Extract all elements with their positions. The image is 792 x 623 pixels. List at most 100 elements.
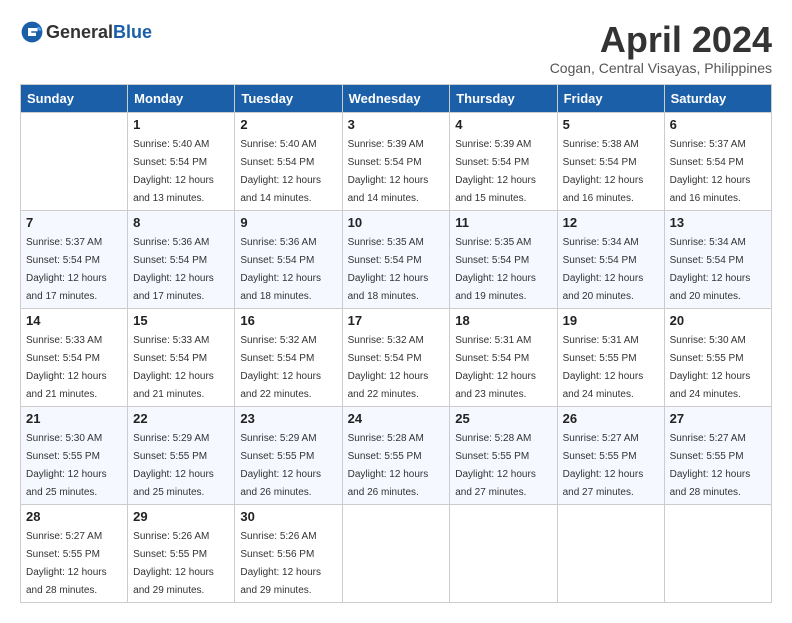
day-number: 7 [26, 215, 122, 230]
calendar-week-row: 1 Sunrise: 5:40 AMSunset: 5:54 PMDaylight… [21, 112, 772, 210]
day-number: 24 [348, 411, 445, 426]
calendar-cell: 19Sunrise: 5:31 AMSunset: 5:55 PMDayligh… [557, 308, 664, 406]
calendar-cell: 25 Sunrise: 5:28 AMSunset: 5:55 PMDayligh… [450, 406, 557, 504]
day-info: Sunrise: 5:35 AMSunset: 5:54 PMDaylight:… [455, 237, 536, 302]
day-number: 22 [133, 411, 229, 426]
day-number: 23 [240, 411, 336, 426]
day-number: 17 [348, 313, 445, 328]
weekday-header-tuesday: Tuesday [235, 84, 342, 112]
day-number: 6 [670, 117, 766, 132]
calendar-cell: 4 Sunrise: 5:39 AMSunset: 5:54 PMDaylight… [450, 112, 557, 210]
day-number: 26 [563, 411, 659, 426]
day-number: 4 [455, 117, 551, 132]
calendar-cell: 21 Sunrise: 5:30 AMSunset: 5:55 PMDayligh… [21, 406, 128, 504]
calendar-cell: 27 Sunrise: 5:27 AMSunset: 5:55 PMDayligh… [664, 406, 771, 504]
calendar-cell: 30 Sunrise: 5:26 AMSunset: 5:56 PMDayligh… [235, 504, 342, 602]
calendar-cell: 14Sunrise: 5:33 AMSunset: 5:54 PMDayligh… [21, 308, 128, 406]
day-info: Sunrise: 5:28 AMSunset: 5:55 PMDaylight:… [455, 433, 536, 498]
day-info: Sunrise: 5:31 AMSunset: 5:54 PMDaylight:… [455, 335, 536, 400]
calendar-cell [450, 504, 557, 602]
calendar-week-row: 21 Sunrise: 5:30 AMSunset: 5:55 PMDayligh… [21, 406, 772, 504]
day-info: Sunrise: 5:38 AMSunset: 5:54 PMDaylight:… [563, 139, 644, 204]
logo-text-general: General [46, 22, 113, 42]
calendar-cell: 8 Sunrise: 5:36 AMSunset: 5:54 PMDaylight… [128, 210, 235, 308]
day-info: Sunrise: 5:34 AMSunset: 5:54 PMDaylight:… [670, 237, 751, 302]
calendar-cell [664, 504, 771, 602]
calendar-cell: 11 Sunrise: 5:35 AMSunset: 5:54 PMDayligh… [450, 210, 557, 308]
day-info: Sunrise: 5:29 AMSunset: 5:55 PMDaylight:… [133, 433, 214, 498]
day-number: 27 [670, 411, 766, 426]
day-info: Sunrise: 5:33 AMSunset: 5:54 PMDaylight:… [133, 335, 214, 400]
day-number: 16 [240, 313, 336, 328]
calendar-cell: 18 Sunrise: 5:31 AMSunset: 5:54 PMDayligh… [450, 308, 557, 406]
calendar-table: SundayMondayTuesdayWednesdayThursdayFrid… [20, 84, 772, 603]
day-number: 10 [348, 215, 445, 230]
calendar-cell: 16Sunrise: 5:32 AMSunset: 5:54 PMDayligh… [235, 308, 342, 406]
day-number: 20 [670, 313, 766, 328]
day-number: 2 [240, 117, 336, 132]
day-number: 1 [133, 117, 229, 132]
day-number: 3 [348, 117, 445, 132]
calendar-cell [21, 112, 128, 210]
day-info: Sunrise: 5:27 AMSunset: 5:55 PMDaylight:… [670, 433, 751, 498]
day-info: Sunrise: 5:39 AMSunset: 5:54 PMDaylight:… [348, 139, 429, 204]
calendar-week-row: 28 Sunrise: 5:27 AMSunset: 5:55 PMDayligh… [21, 504, 772, 602]
calendar-cell: 24Sunrise: 5:28 AMSunset: 5:55 PMDayligh… [342, 406, 450, 504]
day-info: Sunrise: 5:33 AMSunset: 5:54 PMDaylight:… [26, 335, 107, 400]
location-subtitle: Cogan, Central Visayas, Philippines [550, 60, 772, 76]
day-info: Sunrise: 5:40 AMSunset: 5:54 PMDaylight:… [240, 139, 321, 204]
day-info: Sunrise: 5:26 AMSunset: 5:55 PMDaylight:… [133, 531, 214, 596]
calendar-cell: 5Sunrise: 5:38 AMSunset: 5:54 PMDaylight… [557, 112, 664, 210]
calendar-cell: 15 Sunrise: 5:33 AMSunset: 5:54 PMDayligh… [128, 308, 235, 406]
calendar-cell: 26Sunrise: 5:27 AMSunset: 5:55 PMDayligh… [557, 406, 664, 504]
logo-icon [20, 20, 44, 44]
calendar-cell: 20 Sunrise: 5:30 AMSunset: 5:55 PMDayligh… [664, 308, 771, 406]
day-info: Sunrise: 5:39 AMSunset: 5:54 PMDaylight:… [455, 139, 536, 204]
calendar-cell: 12 Sunrise: 5:34 AMSunset: 5:54 PMDayligh… [557, 210, 664, 308]
day-number: 15 [133, 313, 229, 328]
calendar-cell: 22 Sunrise: 5:29 AMSunset: 5:55 PMDayligh… [128, 406, 235, 504]
calendar-week-row: 7 Sunrise: 5:37 AMSunset: 5:54 PMDaylight… [21, 210, 772, 308]
calendar-cell: 7 Sunrise: 5:37 AMSunset: 5:54 PMDaylight… [21, 210, 128, 308]
day-number: 21 [26, 411, 122, 426]
day-number: 28 [26, 509, 122, 524]
logo-text-blue: Blue [113, 22, 152, 42]
day-number: 30 [240, 509, 336, 524]
day-info: Sunrise: 5:34 AMSunset: 5:54 PMDaylight:… [563, 237, 644, 302]
calendar-cell: 13Sunrise: 5:34 AMSunset: 5:54 PMDayligh… [664, 210, 771, 308]
calendar-cell: 3 Sunrise: 5:39 AMSunset: 5:54 PMDaylight… [342, 112, 450, 210]
day-info: Sunrise: 5:27 AMSunset: 5:55 PMDaylight:… [26, 531, 107, 596]
calendar-cell [342, 504, 450, 602]
weekday-header-friday: Friday [557, 84, 664, 112]
calendar-cell: 1Sunrise: 5:40 AMSunset: 5:54 PMDaylight… [128, 112, 235, 210]
weekday-header-monday: Monday [128, 84, 235, 112]
day-number: 29 [133, 509, 229, 524]
weekday-header-wednesday: Wednesday [342, 84, 450, 112]
logo: GeneralBlue [20, 20, 152, 44]
day-number: 18 [455, 313, 551, 328]
day-info: Sunrise: 5:37 AMSunset: 5:54 PMDaylight:… [26, 237, 107, 302]
day-number: 12 [563, 215, 659, 230]
day-info: Sunrise: 5:37 AMSunset: 5:54 PMDaylight:… [670, 139, 751, 204]
day-number: 11 [455, 215, 551, 230]
calendar-cell: 9Sunrise: 5:36 AMSunset: 5:54 PMDaylight… [235, 210, 342, 308]
day-number: 8 [133, 215, 229, 230]
calendar-cell: 29 Sunrise: 5:26 AMSunset: 5:55 PMDayligh… [128, 504, 235, 602]
header: GeneralBlue April 2024 Cogan, Central Vi… [20, 20, 772, 76]
month-year-title: April 2024 [550, 20, 772, 60]
calendar-week-row: 14Sunrise: 5:33 AMSunset: 5:54 PMDayligh… [21, 308, 772, 406]
day-number: 25 [455, 411, 551, 426]
day-info: Sunrise: 5:32 AMSunset: 5:54 PMDaylight:… [348, 335, 429, 400]
calendar-cell: 2 Sunrise: 5:40 AMSunset: 5:54 PMDaylight… [235, 112, 342, 210]
day-info: Sunrise: 5:29 AMSunset: 5:55 PMDaylight:… [240, 433, 321, 498]
day-info: Sunrise: 5:36 AMSunset: 5:54 PMDaylight:… [133, 237, 214, 302]
day-info: Sunrise: 5:30 AMSunset: 5:55 PMDaylight:… [670, 335, 751, 400]
day-info: Sunrise: 5:30 AMSunset: 5:55 PMDaylight:… [26, 433, 107, 498]
day-info: Sunrise: 5:26 AMSunset: 5:56 PMDaylight:… [240, 531, 321, 596]
calendar-cell: 28 Sunrise: 5:27 AMSunset: 5:55 PMDayligh… [21, 504, 128, 602]
calendar-cell: 17 Sunrise: 5:32 AMSunset: 5:54 PMDayligh… [342, 308, 450, 406]
day-info: Sunrise: 5:35 AMSunset: 5:54 PMDaylight:… [348, 237, 429, 302]
day-info: Sunrise: 5:31 AMSunset: 5:55 PMDaylight:… [563, 335, 644, 400]
title-block: April 2024 Cogan, Central Visayas, Phili… [550, 20, 772, 76]
weekday-header-row: SundayMondayTuesdayWednesdayThursdayFrid… [21, 84, 772, 112]
